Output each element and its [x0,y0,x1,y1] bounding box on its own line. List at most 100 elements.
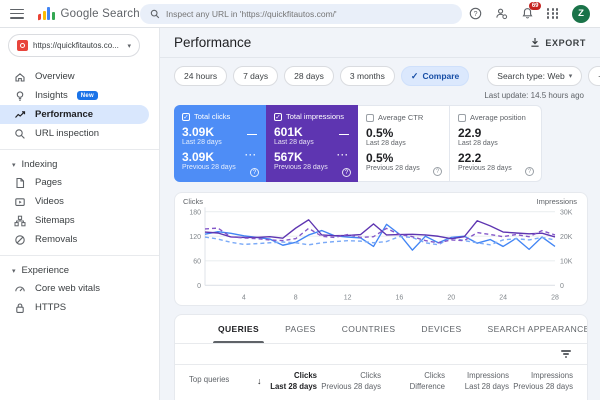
svg-text:12: 12 [344,292,352,301]
tab-queries[interactable]: QUERIES [205,315,272,343]
performance-chart: 0 0 60 10K 120 20K 180 30K 4 8 12 16 20 24 28 [189,207,573,301]
search-type-dropdown[interactable]: Search type: Web ▾ [487,66,583,86]
property-favicon [17,40,28,51]
metric-period-prev: Previous 28 days [458,165,512,173]
sidebar-section-indexing[interactable]: ▾ Indexing [0,156,159,173]
card-total-impressions[interactable]: ✓ Total impressions 601K Last 28 days 567… [266,105,358,182]
column-header-clicks-difference[interactable]: Clicks Difference [381,371,445,392]
help-icon[interactable]: ? [342,168,351,177]
sidebar-item-sitemaps[interactable]: Sitemaps [0,211,149,230]
tab-countries[interactable]: COUNTRIES [329,315,409,343]
download-icon [531,38,539,47]
removals-icon [15,234,25,245]
svg-text:4: 4 [242,292,246,301]
performance-chart-card: Clicks Impressions 0 0 60 10K 120 20K 180 30K 4 8… [174,192,588,306]
filter-bar: 24 hours 7 days 28 days 3 months ✓ Compa… [160,58,600,86]
dimension-tabs: QUERIES PAGES COUNTRIES DEVICES SEARCH A… [175,315,587,344]
filter-list-icon[interactable] [561,350,571,358]
help-icon[interactable]: ? [525,167,534,176]
topbar: Google Search Console ? 69 Z [0,0,600,28]
search-icon [150,9,160,19]
account-avatar[interactable]: Z [572,4,590,23]
checkbox-checked-icon[interactable]: ✓ [274,112,282,121]
sort-descending-icon: ↓ [257,376,262,386]
svg-text:60: 60 [193,256,201,265]
add-filter-button[interactable]: + Add filter [588,66,600,86]
sidebar-item-label: URL inspection [35,128,100,139]
sidebar-divider [0,255,159,256]
sidebar-item-overview[interactable]: Overview [0,67,149,86]
help-icon[interactable]: ? [433,167,442,176]
tab-devices[interactable]: DEVICES [408,315,474,343]
sidebar-item-insights[interactable]: Insights New [0,86,149,105]
sidebar-item-removals[interactable]: Removals [0,230,149,249]
performance-chart-icon [15,110,26,118]
metric-period-prev: Previous 28 days [366,165,420,173]
section-label: Indexing [21,159,58,170]
left-axis-label: Clicks [183,197,203,206]
sitemap-icon [14,215,26,226]
metric-value-prev: 22.2 [458,151,482,166]
menu-icon[interactable] [10,8,24,19]
checkbox-unchecked-icon[interactable] [366,113,374,122]
sidebar-section-experience[interactable]: ▾ Experience [0,262,159,279]
property-selector[interactable]: https://quickfitautos.co... ▾ [8,34,140,57]
url-inspect-input[interactable] [166,9,452,19]
topbar-actions: ? 69 Z [469,2,590,23]
help-icon[interactable]: ? [250,168,259,177]
checkbox-checked-icon[interactable]: ✓ [182,112,190,121]
notification-count-badge: 69 [529,2,541,10]
svg-text:28: 28 [551,292,559,301]
sidebar-item-label: Performance [35,109,94,120]
sidebar-item-label: Videos [35,196,64,207]
app-root: Google Search Console ? 69 Z [0,0,600,400]
card-average-position[interactable]: Average position 22.9 Last 28 days 22.2 … [450,105,542,182]
sidebar-item-label: Overview [35,71,75,82]
sidebar-item-https[interactable]: HTTPS [0,298,149,317]
sidebar-item-videos[interactable]: Videos [0,192,149,211]
section-label: Experience [21,265,70,276]
new-badge: New [76,91,98,100]
pages-icon [16,177,25,188]
card-average-ctr[interactable]: Average CTR 0.5% Last 28 days 0.5% Previ… [358,105,450,182]
checkbox-unchecked-icon[interactable] [458,113,466,122]
tab-search-appearance[interactable]: SEARCH APPEARANCE [475,315,587,343]
sidebar-item-url-inspection[interactable]: URL inspection [0,124,149,143]
range-chip-28-days[interactable]: 28 days [284,66,334,86]
svg-text:8: 8 [294,292,298,301]
sidebar-item-performance[interactable]: Performance [0,105,149,124]
column-header-impressions-last[interactable]: Impressions Last 28 days [445,371,509,392]
main-header: Performance EXPORT [160,28,600,58]
compare-chip[interactable]: ✓ Compare [400,66,470,86]
metric-cards: ✓ Total clicks 3.09K Last 28 days 3.09K P… [174,105,600,182]
column-header-top-queries[interactable]: Top queries [189,371,253,386]
sidebar-item-label: Pages [35,177,62,188]
column-header-clicks-last[interactable]: ↓ Clicks Last 28 days [253,371,317,392]
metric-period-last: Last 28 days [366,140,406,148]
range-chip-7-days[interactable]: 7 days [233,66,279,86]
sidebar-divider [0,149,159,150]
svg-text:20K: 20K [560,232,573,241]
solid-line-legend-icon: — [339,129,349,140]
magnifier-icon [15,128,25,139]
tab-pages[interactable]: PAGES [272,315,329,343]
sidebar: https://quickfitautos.co... ▾ Overview I… [0,28,160,400]
google-apps-grid-icon[interactable] [547,8,559,19]
user-settings-icon[interactable] [495,7,508,20]
sidebar-item-pages[interactable]: Pages [0,173,149,192]
help-icon[interactable]: ? [469,7,482,20]
range-chip-24-hours[interactable]: 24 hours [174,66,228,86]
url-inspect-searchbox[interactable] [140,4,462,24]
range-chip-3-months[interactable]: 3 months [339,66,395,86]
column-header-clicks-previous[interactable]: Clicks Previous 28 days [317,371,381,392]
card-total-clicks[interactable]: ✓ Total clicks 3.09K Last 28 days 3.09K P… [174,105,266,182]
chevron-down-icon: ▾ [127,42,131,50]
sidebar-item-core-web-vitals[interactable]: Core web vitals [0,279,149,298]
column-header-impressions-previous[interactable]: Impressions Previous 28 days [509,371,573,392]
metric-value-last: 0.5% [366,126,394,140]
check-icon: ✓ [410,70,419,81]
sidebar-item-label: Removals [35,234,78,245]
export-button[interactable]: EXPORT [530,37,586,48]
notifications-bell-icon[interactable]: 69 [521,2,541,20]
video-icon [15,197,25,206]
